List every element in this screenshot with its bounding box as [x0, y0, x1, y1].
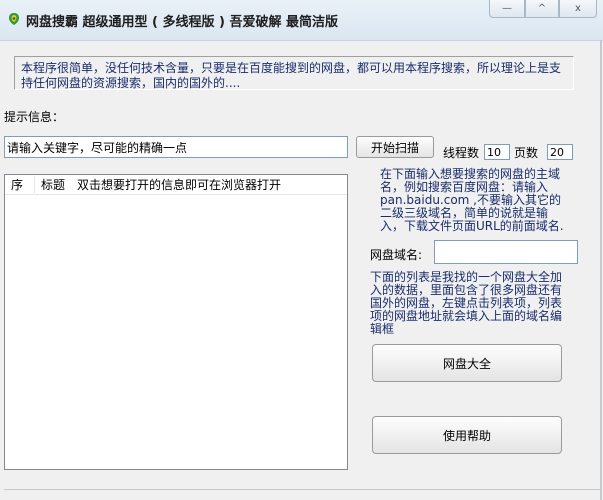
domain-label: 网盘域名:: [370, 248, 423, 262]
page-count-input[interactable]: [547, 144, 573, 160]
hint-label: 提示信息：: [4, 110, 65, 124]
title-bar: 网盘搜霸 超级通用型 ( 多线程版 ) 吾爱破解 最简洁版 — ^ x: [0, 0, 603, 41]
close-button[interactable]: x: [559, 0, 597, 18]
domain-input[interactable]: [434, 240, 578, 264]
minimize-button[interactable]: —: [489, 0, 525, 18]
column-header-title[interactable]: 标题 双击想要打开的信息即可在浏览器打开: [35, 176, 281, 193]
thread-count-input[interactable]: [484, 144, 510, 160]
app-logo-icon: [9, 13, 19, 25]
keyword-input[interactable]: [4, 136, 348, 158]
maximize-icon: ^: [537, 3, 547, 14]
page-count-label: 页数: [514, 146, 539, 160]
bottom-divider: [4, 489, 600, 490]
start-scan-button[interactable]: 开始扫描: [356, 136, 434, 158]
all-drives-button[interactable]: 网盘大全: [372, 344, 562, 382]
column-header-hint: 双击想要打开的信息即可在浏览器打开: [77, 178, 282, 192]
close-icon: x: [575, 3, 581, 14]
thread-count-label: 线程数: [443, 146, 480, 160]
column-header-title-label: 标题: [41, 178, 66, 192]
column-header-seq[interactable]: 序: [5, 176, 35, 193]
window-right-border: [600, 40, 602, 500]
window-controls: — ^ x: [489, 0, 597, 18]
intro-description: 本程序很简单，没任何技术含量，只要是在百度能搜到的网盘，都可以用本程序搜索，所以…: [14, 56, 574, 90]
drive-list-instructions: 下面的列表是我找的一个网盘大全加入的数据，里面包含了很多网盘还有国外的网盘，左键…: [370, 270, 563, 336]
result-list[interactable]: 序 标题 双击想要打开的信息即可在浏览器打开: [4, 174, 348, 470]
result-list-header: 序 标题 双击想要打开的信息即可在浏览器打开: [5, 175, 347, 195]
window-title: 网盘搜霸 超级通用型 ( 多线程版 ) 吾爱破解 最简洁版: [26, 15, 339, 30]
minimize-icon: —: [502, 3, 512, 14]
help-button[interactable]: 使用帮助: [372, 416, 562, 454]
domain-instructions: 在下面输入想要搜索的网盘的主域名，例如搜索百度网盘：请输入pan.baidu.c…: [380, 167, 564, 233]
maximize-button[interactable]: ^: [525, 0, 559, 18]
